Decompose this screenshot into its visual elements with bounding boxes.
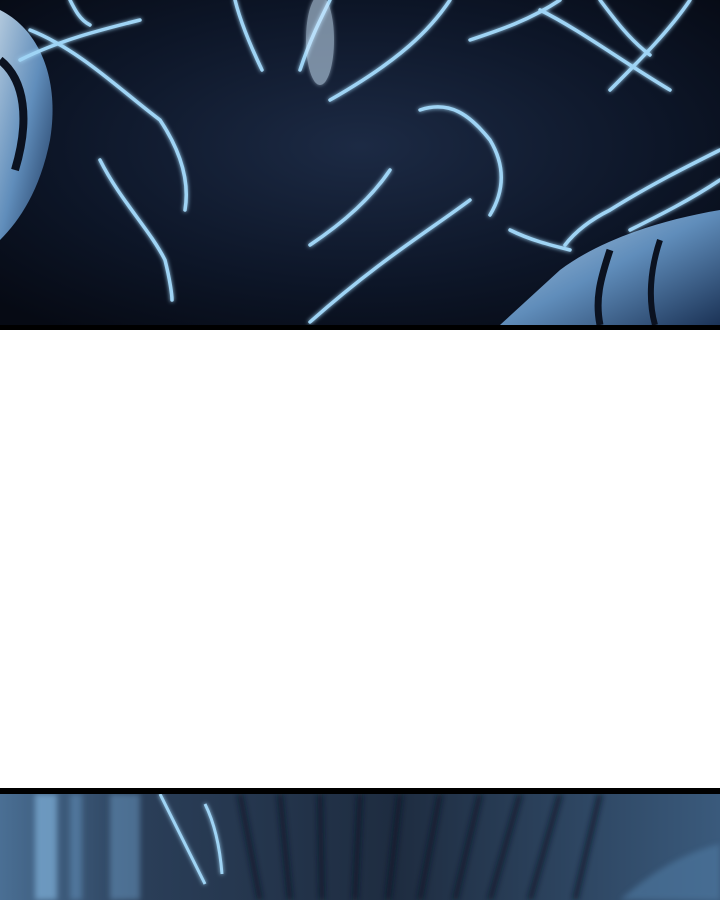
panel-bottom-art [0,794,720,900]
comic-panel-top [0,0,720,330]
comic-page [0,0,720,900]
panel-gutter [0,330,720,788]
comic-panel-bottom [0,788,720,900]
panel-top-art [0,0,720,325]
